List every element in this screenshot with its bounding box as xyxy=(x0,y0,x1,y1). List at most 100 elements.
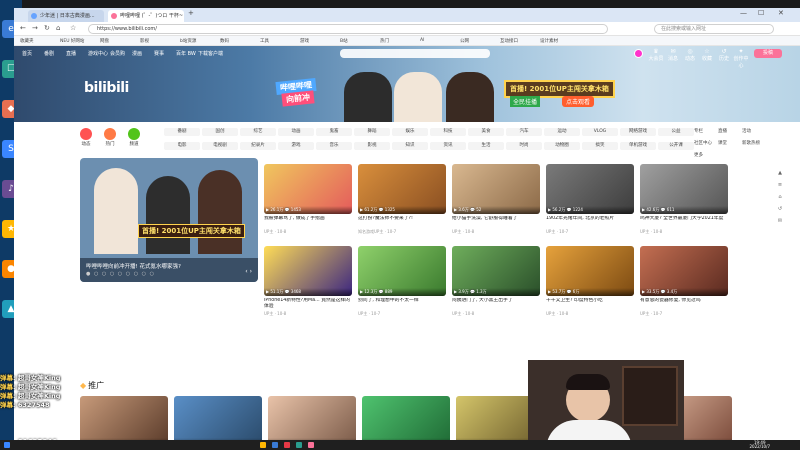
bookmark-item[interactable]: 设计素材 xyxy=(540,38,558,44)
nav-right-item[interactable]: ♛ 大会员 xyxy=(648,48,664,62)
channel-side-link[interactable]: 活动 xyxy=(742,128,751,134)
nav-item[interactable]: 直播 xyxy=(66,50,76,57)
start-icon[interactable] xyxy=(4,442,10,448)
nav-right-item[interactable]: ↺ 历史 xyxy=(716,48,732,62)
channel-pill[interactable]: 番剧 xyxy=(164,128,200,136)
video-card[interactable]: 广告 挑战剧情一小时UP主 · 10-8 xyxy=(268,396,356,440)
video-card[interactable]: ▶ 12.3万 💬 889 别问了, 和理想中的不太一样 UP主 · 10-7 xyxy=(358,246,446,317)
video-thumbnail[interactable]: ▶ 33.5万 💬 3.4万 xyxy=(640,246,728,296)
video-card[interactable]: 我这背景有多搞笑UP主 · 10-8 xyxy=(362,396,450,440)
video-thumbnail[interactable]: ▶ 42.6万 💬 611 xyxy=(640,164,728,214)
bookmark-item[interactable]: NEU 好网站 xyxy=(60,38,84,44)
video-title[interactable]: 阿姨进门了, 大小黑王出手了 xyxy=(452,298,540,310)
channel-side-link[interactable]: 社区中心 xyxy=(694,140,712,146)
carousel-arrows[interactable]: ‹ › xyxy=(245,268,252,275)
browser-search-input[interactable]: 在此搜索或输入网址 xyxy=(654,24,774,34)
minimize-icon[interactable]: — xyxy=(740,9,747,17)
avatar[interactable] xyxy=(634,49,643,58)
channel-pill[interactable]: 动画 xyxy=(278,128,314,136)
channel-pill[interactable]: 美食 xyxy=(468,128,504,136)
taskbar-app-icon[interactable] xyxy=(296,442,302,448)
channel-pill[interactable]: 舞蹈 xyxy=(354,128,390,136)
tab-2[interactable]: 哔哩哔哩 (゜-゜)つロ 干杯~ xyxy=(108,10,184,22)
channel-pill[interactable]: 娱乐 xyxy=(392,128,428,136)
video-card[interactable]: ▶ 33.5万 💬 3.4万有意思的瓷器修复, 你见过吗 UP主 · 10-7 xyxy=(640,246,728,317)
taskbar-app-icon[interactable] xyxy=(284,442,290,448)
channel-big-2[interactable]: 频道 xyxy=(126,128,142,147)
float-tool-button[interactable]: ✉ xyxy=(774,218,786,228)
nav-item[interactable]: 番剧 xyxy=(44,50,54,57)
video-author[interactable]: UP主 · 10-8 xyxy=(452,311,540,317)
video-thumbnail[interactable]: ▶ 51.1万 💬 3468 xyxy=(264,246,352,296)
channel-pill[interactable]: 影视 xyxy=(354,142,390,150)
video-thumbnail[interactable] xyxy=(362,396,450,440)
video-title[interactable]: 给小猫手洗澡, 它舒服得睡着了 xyxy=(452,216,540,228)
channel-pill[interactable]: 网络游戏 xyxy=(620,128,656,136)
new-tab-icon[interactable]: + xyxy=(188,9,194,17)
nav-item[interactable]: 百年 BW xyxy=(176,50,196,57)
nav-right-item[interactable]: ☆ 收藏 xyxy=(699,48,715,62)
upload-button[interactable]: 投稿 xyxy=(754,49,782,58)
channel-pill[interactable]: 公益 xyxy=(658,128,694,136)
channel-pill[interactable]: 知识 xyxy=(392,142,428,150)
channel-pill[interactable]: 时尚 xyxy=(506,142,542,150)
forward-icon[interactable]: → xyxy=(32,24,38,32)
bookmark-item[interactable]: 游戏 xyxy=(300,38,309,44)
nav-item[interactable]: 下载客户端 xyxy=(198,50,223,57)
channel-pill[interactable]: 生活 xyxy=(468,142,504,150)
channel-pill[interactable]: 电影 xyxy=(164,142,200,150)
channel-side-link[interactable]: 直播 xyxy=(718,128,727,134)
video-author[interactable]: UP主 · 10-7 xyxy=(640,311,728,317)
video-title[interactable]: 有意思的瓷器修复, 你见过吗 xyxy=(640,298,728,310)
video-thumbnail[interactable] xyxy=(174,396,262,440)
bookmark-item[interactable]: 工具 xyxy=(260,38,269,44)
video-author[interactable]: UP主 · 10-8 xyxy=(546,311,634,317)
bookmark-item[interactable]: 互动接口 xyxy=(500,38,518,44)
nav-right-item[interactable]: ✉ 消息 xyxy=(665,48,681,62)
video-thumbnail[interactable]: ▶ 56.2万 💬 1224 xyxy=(546,164,634,214)
channel-side-link[interactable]: 更多 xyxy=(694,152,703,158)
video-author[interactable]: UP主 · 10-8 xyxy=(452,229,540,235)
bookmark-item[interactable]: 公网 xyxy=(460,38,469,44)
video-title[interactable]: 这打扮?魔法师不要来了?! xyxy=(358,216,446,228)
video-card[interactable]: ▶ 56.2万 💬 1224 1902年光绪年间, 北京的老照片 UP主 · 10-… xyxy=(546,164,634,235)
video-thumbnail[interactable]: ▶ 3.6万 💬 52 xyxy=(452,164,540,214)
featured-carousel[interactable]: 首播! 2001位UP主闯关拿木箱 哔哩哔哩向前冲开播! 花式氪水哪家强? ● … xyxy=(80,158,258,282)
channel-pill[interactable]: 游戏 xyxy=(278,142,314,150)
channel-side-link[interactable]: 课堂 xyxy=(718,140,727,146)
channel-pill[interactable]: 运动 xyxy=(544,128,580,136)
carousel-dots[interactable]: ● ○ ○ ○ ○ ○ ○ ○ ○ xyxy=(86,271,155,277)
video-title[interactable]: 鸣神大厦? 全世界最厦门大学2021年度 xyxy=(640,216,728,228)
bookmark-item[interactable]: B站 xyxy=(340,38,348,44)
video-title[interactable]: 1902年光绪年间, 北京的老照片 xyxy=(546,216,634,228)
nav-item[interactable]: 赛事 xyxy=(154,50,164,57)
taskbar-app-icon[interactable] xyxy=(260,442,266,448)
bookmark-item[interactable]: 网盘 xyxy=(100,38,109,44)
nav-right-item[interactable]: ✦ 创作中心 xyxy=(733,48,749,69)
channel-side-link[interactable]: 专栏 xyxy=(694,128,703,134)
float-tool-button[interactable]: ⌂ xyxy=(774,194,786,204)
nav-item[interactable]: 漫画 xyxy=(132,50,142,57)
video-author[interactable]: UP主 · 10-7 xyxy=(358,311,446,317)
video-author[interactable]: UP主 · 10-8 xyxy=(640,229,728,235)
channel-pill[interactable]: 公开课 xyxy=(658,142,694,150)
float-tool-button[interactable]: ≡ xyxy=(774,182,786,192)
channel-big-1[interactable]: 热门 xyxy=(102,128,118,147)
bookmark-item[interactable]: b站资源 xyxy=(180,38,196,44)
channel-pill[interactable]: 汽车 xyxy=(506,128,542,136)
channel-pill[interactable]: 电视剧 xyxy=(202,142,238,150)
banner-watch-button[interactable]: 点击观看 xyxy=(562,96,595,107)
channel-side-link[interactable]: 新歌热榜 xyxy=(742,140,760,146)
video-card[interactable]: 看完我的智能动画挑战剧了UP主 · 10-8 xyxy=(174,396,262,440)
bookmark-item[interactable]: 收藏夹 xyxy=(20,38,34,44)
channel-pill[interactable]: 资讯 xyxy=(430,142,466,150)
video-card[interactable]: ▶ 61.2万 💬 1325 这打扮?魔法师不要来了?! 知名游戏UP主 · 10-… xyxy=(358,164,446,235)
channel-pill[interactable]: 综艺 xyxy=(240,128,276,136)
video-card[interactable]: ▶ 3.9万 💬 1.3万 阿姨进门了, 大小黑王出手了 UP主 · 10-8 xyxy=(452,246,540,317)
taskbar-clock[interactable]: 19:49 2022/10/7 xyxy=(749,441,770,449)
bilibili-logo[interactable]: bilibili xyxy=(84,80,129,96)
video-thumbnail[interactable]: ▶ 53.7万 💬 6万 xyxy=(546,246,634,296)
float-tool-button[interactable]: ▲ xyxy=(774,170,786,180)
nav-item[interactable]: 游戏中心 xyxy=(88,50,108,57)
video-author[interactable]: 知名游戏UP主 · 10-7 xyxy=(358,229,446,235)
